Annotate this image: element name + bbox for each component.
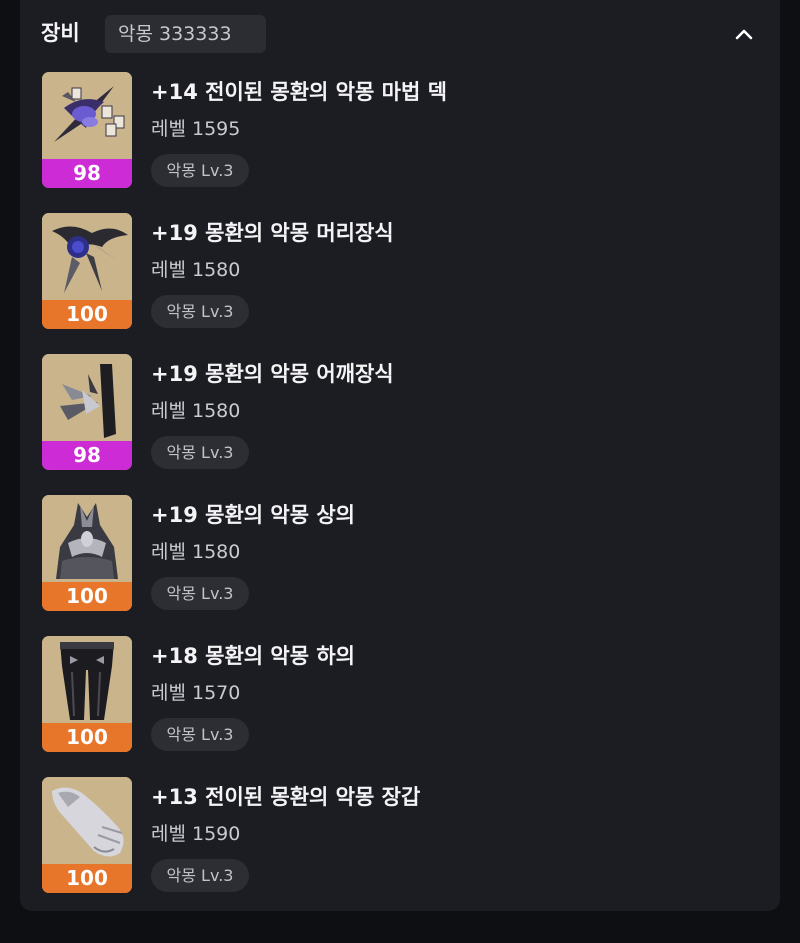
set-badge: 악몽 333333 [105, 15, 266, 53]
equipment-item[interactable]: 100 +19 몽환의 악몽 상의 레벨 1580 악몽 Lv.3 [42, 495, 762, 611]
set-tag: 악몽 Lv.3 [151, 154, 249, 187]
set-tag: 악몽 Lv.3 [151, 295, 249, 328]
item-thumbnail: 100 [42, 495, 132, 611]
set-tag: 악몽 Lv.3 [151, 859, 249, 892]
item-level: 레벨 1590 [151, 823, 241, 845]
magic-deck-icon [42, 72, 132, 158]
item-name: +13 전이된 몽환의 악몽 장갑 [151, 785, 421, 809]
equipment-panel: 장비 악몽 333333 98 +14 전이된 몽환의 악몽 마법 덱 레벨 1… [20, 0, 780, 911]
collapse-button[interactable] [728, 18, 760, 50]
item-thumbnail: 98 [42, 354, 132, 470]
item-thumbnail: 98 [42, 72, 132, 188]
item-name: +19 몽환의 악몽 머리장식 [151, 221, 394, 245]
quality-badge: 100 [42, 723, 132, 752]
set-tag: 악몽 Lv.3 [151, 577, 249, 610]
item-name: +19 몽환의 악몽 어깨장식 [151, 362, 394, 386]
chest-armor-icon [42, 495, 132, 581]
item-thumbnail: 100 [42, 636, 132, 752]
item-name: +19 몽환의 악몽 상의 [151, 503, 355, 527]
equipment-header: 장비 악몽 333333 [20, 0, 780, 64]
item-level: 레벨 1595 [151, 118, 241, 140]
chevron-up-icon [735, 29, 753, 40]
section-title: 장비 [41, 21, 80, 45]
quality-badge: 100 [42, 300, 132, 329]
equipment-item[interactable]: 100 +19 몽환의 악몽 머리장식 레벨 1580 악몽 Lv.3 [42, 213, 762, 329]
item-thumbnail: 100 [42, 777, 132, 893]
item-level: 레벨 1570 [151, 682, 241, 704]
leg-armor-icon [42, 636, 132, 722]
item-level: 레벨 1580 [151, 259, 241, 281]
equipment-item[interactable]: 100 +13 전이된 몽환의 악몽 장갑 레벨 1590 악몽 Lv.3 [42, 777, 762, 893]
quality-badge: 100 [42, 864, 132, 893]
glove-icon [42, 777, 132, 863]
item-level: 레벨 1580 [151, 400, 241, 422]
quality-badge: 100 [42, 582, 132, 611]
shoulder-ornament-icon [42, 354, 132, 440]
equipment-item[interactable]: 100 +18 몽환의 악몽 하의 레벨 1570 악몽 Lv.3 [42, 636, 762, 752]
quality-badge: 98 [42, 159, 132, 188]
equipment-item[interactable]: 98 +14 전이된 몽환의 악몽 마법 덱 레벨 1595 악몽 Lv.3 [42, 72, 762, 188]
equipment-item[interactable]: 98 +19 몽환의 악몽 어깨장식 레벨 1580 악몽 Lv.3 [42, 354, 762, 470]
item-name: +14 전이된 몽환의 악몽 마법 덱 [151, 80, 447, 104]
set-tag: 악몽 Lv.3 [151, 436, 249, 469]
item-name: +18 몽환의 악몽 하의 [151, 644, 355, 668]
item-level: 레벨 1580 [151, 541, 241, 563]
quality-badge: 98 [42, 441, 132, 470]
head-ornament-icon [42, 213, 132, 299]
set-tag: 악몽 Lv.3 [151, 718, 249, 751]
item-thumbnail: 100 [42, 213, 132, 329]
